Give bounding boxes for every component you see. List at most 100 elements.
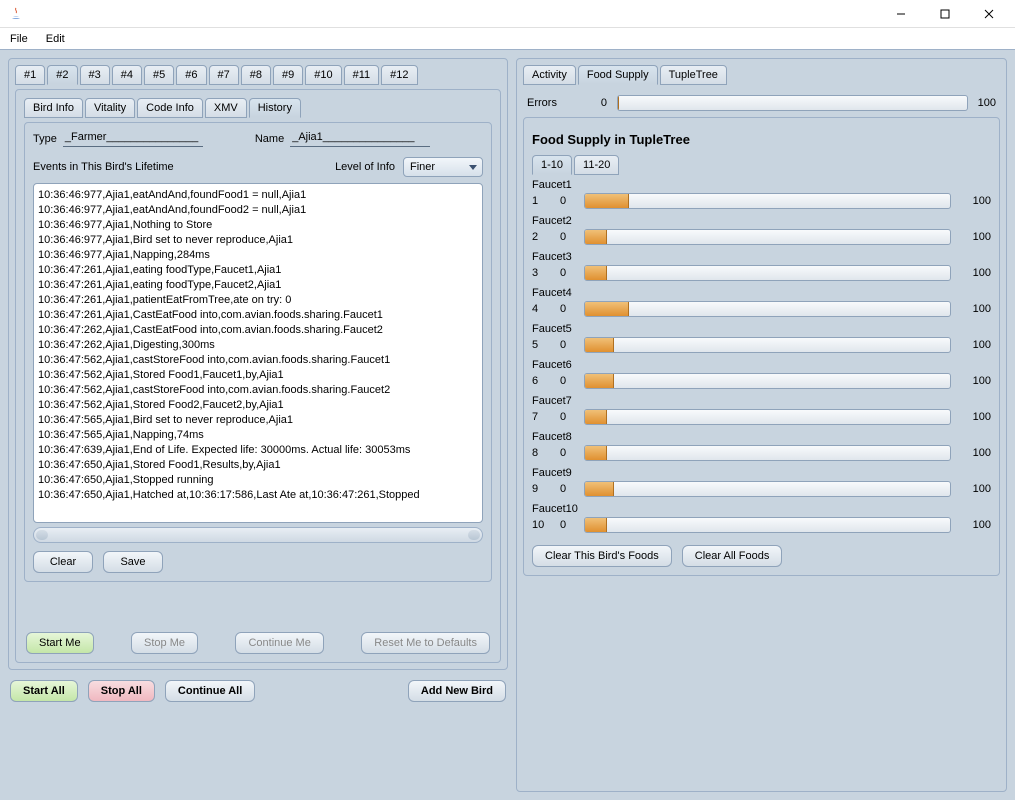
bird-tab-3[interactable]: #3 [80, 65, 110, 85]
faucet-row: Faucet880100 [532, 431, 991, 461]
faucet-row: Faucet660100 [532, 359, 991, 389]
window-titlebar [0, 0, 1015, 28]
faucet-index: 1 [532, 195, 550, 207]
right-panel: ActivityFood SupplyTupleTree Errors 0 10… [516, 58, 1007, 792]
faucet-max: 100 [961, 447, 991, 459]
right-tab-activity[interactable]: Activity [523, 65, 576, 85]
event-line: 10:36:46:977,Ajia1,eatAndAnd,foundFood2 … [38, 203, 478, 218]
event-line: 10:36:47:565,Ajia1,Napping,74ms [38, 428, 478, 443]
info-tab-row: Bird InfoVitalityCode InfoXMVHistory [24, 98, 492, 118]
bird-tab-4[interactable]: #4 [112, 65, 142, 85]
clear-all-foods-button[interactable]: Clear All Foods [682, 545, 783, 567]
faucet-min: 0 [560, 231, 574, 243]
bird-tab-5[interactable]: #5 [144, 65, 174, 85]
faucet-bar [584, 481, 951, 497]
faucet-max: 100 [961, 519, 991, 531]
faucet-bar [584, 373, 951, 389]
maximize-button[interactable] [923, 0, 967, 28]
menu-file[interactable]: File [6, 31, 32, 47]
event-line: 10:36:47:562,Ajia1,Stored Food1,Faucet1,… [38, 368, 478, 383]
info-tab-bird-info[interactable]: Bird Info [24, 98, 83, 118]
faucet-min: 0 [560, 339, 574, 351]
event-line: 10:36:47:562,Ajia1,castStoreFood into,co… [38, 383, 478, 398]
errors-bar [617, 95, 968, 111]
event-line: 10:36:47:650,Ajia1,Stored Food1,Results,… [38, 458, 478, 473]
event-list[interactable]: 10:36:46:977,Ajia1,eatAndAnd,foundFood1 … [33, 183, 483, 523]
faucet-max: 100 [961, 303, 991, 315]
clear-bird-foods-button[interactable]: Clear This Bird's Foods [532, 545, 672, 567]
faucet-label: Faucet6 [532, 359, 991, 371]
event-line: 10:36:47:261,Ajia1,eating foodType,Fauce… [38, 278, 478, 293]
range-tab-11-20[interactable]: 11-20 [574, 155, 619, 175]
faucet-row: Faucet220100 [532, 215, 991, 245]
event-hscroll[interactable] [33, 527, 483, 543]
faucet-index: 4 [532, 303, 550, 315]
bird-tab-6[interactable]: #6 [176, 65, 206, 85]
faucet-min: 0 [560, 519, 574, 531]
level-combo[interactable]: Finer [403, 157, 483, 177]
java-icon [8, 6, 24, 22]
faucet-label: Faucet9 [532, 467, 991, 479]
faucet-index: 6 [532, 375, 550, 387]
bird-tab-2[interactable]: #2 [47, 65, 77, 85]
range-tab-row: 1-1011-20 [532, 155, 991, 175]
add-bird-button[interactable]: Add New Bird [408, 680, 506, 702]
right-tab-food-supply[interactable]: Food Supply [578, 65, 658, 85]
start-all-button[interactable]: Start All [10, 680, 78, 702]
stop-me-button[interactable]: Stop Me [131, 632, 198, 654]
range-tab-1-10[interactable]: 1-10 [532, 155, 572, 175]
event-line: 10:36:47:562,Ajia1,castStoreFood into,co… [38, 353, 478, 368]
events-label: Events in This Bird's Lifetime [33, 161, 174, 173]
workspace: #1#2#3#4#5#6#7#8#9#10#11#12 Bird InfoVit… [0, 50, 1015, 800]
bird-tab-8[interactable]: #8 [241, 65, 271, 85]
menubar: File Edit [0, 28, 1015, 50]
bird-tab-1[interactable]: #1 [15, 65, 45, 85]
bird-tab-11[interactable]: #11 [344, 65, 380, 85]
menu-edit[interactable]: Edit [42, 31, 69, 47]
faucet-row: Faucet10100100 [532, 503, 991, 533]
event-line: 10:36:46:977,Ajia1,Bird set to never rep… [38, 233, 478, 248]
info-tab-vitality[interactable]: Vitality [85, 98, 135, 118]
faucet-max: 100 [961, 411, 991, 423]
info-tab-xmv[interactable]: XMV [205, 98, 247, 118]
faucet-row: Faucet440100 [532, 287, 991, 317]
errors-label: Errors [527, 97, 557, 109]
type-value: _Farmer_______________ [63, 131, 203, 147]
bird-tab-10[interactable]: #10 [305, 65, 341, 85]
faucet-label: Faucet1 [532, 179, 991, 191]
global-buttons: Start All Stop All Continue All Add New … [8, 676, 508, 706]
faucet-max: 100 [961, 375, 991, 387]
event-line: 10:36:47:565,Ajia1,Bird set to never rep… [38, 413, 478, 428]
right-tab-tupletree[interactable]: TupleTree [660, 65, 727, 85]
reset-me-button[interactable]: Reset Me to Defaults [361, 632, 490, 654]
info-tab-code-info[interactable]: Code Info [137, 98, 203, 118]
continue-me-button[interactable]: Continue Me [235, 632, 323, 654]
faucet-index: 5 [532, 339, 550, 351]
faucet-label: Faucet8 [532, 431, 991, 443]
faucet-min: 0 [560, 447, 574, 459]
start-me-button[interactable]: Start Me [26, 632, 94, 654]
continue-all-button[interactable]: Continue All [165, 680, 255, 702]
faucet-row: Faucet990100 [532, 467, 991, 497]
stop-all-button[interactable]: Stop All [88, 680, 155, 702]
errors-max: 100 [978, 97, 996, 109]
faucet-row: Faucet110100 [532, 179, 991, 209]
clear-button[interactable]: Clear [33, 551, 93, 573]
save-button[interactable]: Save [103, 551, 163, 573]
event-line: 10:36:47:650,Ajia1,Stopped running [38, 473, 478, 488]
info-tab-history[interactable]: History [249, 98, 301, 118]
minimize-button[interactable] [879, 0, 923, 28]
event-line: 10:36:47:261,Ajia1,CastEatFood into,com.… [38, 308, 478, 323]
bird-tab-7[interactable]: #7 [209, 65, 239, 85]
name-value: _Ajia1_______________ [290, 131, 430, 147]
event-line: 10:36:46:977,Ajia1,eatAndAnd,foundFood1 … [38, 188, 478, 203]
type-label: Type [33, 133, 57, 145]
bird-info-panel: Bird InfoVitalityCode InfoXMVHistory Typ… [15, 89, 501, 663]
bird-tab-9[interactable]: #9 [273, 65, 303, 85]
level-label: Level of Info [335, 161, 395, 173]
close-button[interactable] [967, 0, 1011, 28]
faucet-list: Faucet110100Faucet220100Faucet330100Fauc… [532, 179, 991, 533]
faucet-label: Faucet5 [532, 323, 991, 335]
bird-tab-12[interactable]: #12 [381, 65, 417, 85]
event-line: 10:36:47:262,Ajia1,Digesting,300ms [38, 338, 478, 353]
